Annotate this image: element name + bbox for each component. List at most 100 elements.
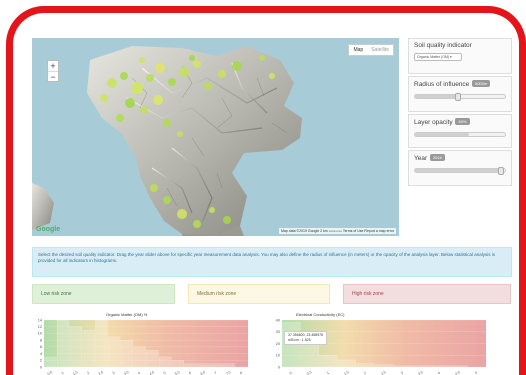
histogram-bar (374, 364, 394, 368)
om-chart-title: Organic Matter (OM) % (106, 312, 148, 317)
histogram-bar (171, 360, 184, 368)
opacity-panel: Layer opacity 60% (408, 114, 512, 148)
radius-title: Radius of influence 5000m (414, 80, 506, 88)
x-tick-label: 5.5 (174, 370, 180, 375)
x-tick-label: 1.5 (72, 370, 78, 375)
soil-quality-page: + − Map Satellite Google Map data ©2019 … (20, 18, 520, 375)
radius-panel: Radius of influence 5000m (408, 76, 512, 112)
zoom-out-button[interactable]: − (48, 71, 58, 82)
histogram-bar (133, 346, 146, 368)
map-type-satellite-button[interactable]: Satellite (367, 45, 393, 55)
x-tick-label: 2 (86, 371, 90, 375)
opacity-label: Layer opacity (414, 119, 453, 126)
x-tick-label: 1 (326, 371, 330, 375)
ec-histogram[interactable]: 0 10 20 30 40 0 0.5 1 1.5 2 2.5 3 3.5 4 4.5 5 (270, 318, 490, 375)
x-tick-label: 3 (112, 371, 116, 375)
histogram-bar (197, 363, 210, 368)
histogram-bar (146, 350, 159, 368)
y-tick-label: 8 (40, 338, 42, 342)
x-tick-label: 2.5 (380, 370, 386, 375)
x-tick-label: 5 (474, 371, 478, 375)
x-tick-label: 2.5 (98, 370, 104, 375)
ec-chart-tooltip: 37.356600, 23.458976 mS/cm : 1.525 (284, 331, 328, 345)
zoom-control: + − (47, 60, 59, 82)
terrain-layer (32, 46, 302, 236)
histogram-bar (449, 365, 468, 368)
radius-slider-handle[interactable] (455, 93, 462, 101)
high-risk-zone: High risk zone (343, 284, 511, 304)
x-tick-label: 6.5 (200, 370, 206, 375)
opacity-slider-fill (415, 133, 469, 136)
soil-indicator-title: Soil quality indicator (414, 42, 472, 49)
x-tick-label: 3.5 (123, 370, 129, 375)
soil-indicator-select[interactable]: Organic Matter (OM) ▾ (414, 53, 462, 61)
year-panel: Year 2016 (408, 150, 512, 186)
y-tick-label: 6 (40, 345, 42, 349)
x-tick-label: 5 (163, 371, 167, 375)
radius-slider[interactable] (414, 93, 506, 101)
histogram-bar (120, 339, 134, 368)
opacity-slider[interactable] (414, 132, 506, 137)
histogram-bar (44, 356, 57, 368)
y-tick-label: 20 (276, 342, 280, 346)
x-tick-label: 0.5 (306, 370, 312, 375)
histogram-bar (412, 365, 431, 368)
map-attribution[interactable]: Map data ©2019 Google 2 km ▭▭▭▭ Terms of… (278, 228, 396, 234)
radius-slider-fill (415, 95, 459, 98)
x-tick-label: 1 (61, 371, 65, 375)
low-risk-zone: Low risk zone (32, 284, 175, 304)
y-tick-label: 0 (40, 365, 42, 369)
y-tick-label: 4 (40, 352, 42, 356)
x-tick-label: 2 (363, 371, 367, 375)
soil-indicator-panel: Soil quality indicator Organic Matter (O… (408, 38, 512, 74)
histogram-bar (56, 319, 70, 368)
histogram-bar (319, 355, 338, 368)
y-tick-label: 0 (278, 365, 280, 369)
histogram-bar (95, 319, 108, 368)
year-title: Year 2016 (414, 154, 506, 162)
x-tick-label: 4.5 (149, 370, 155, 375)
x-tick-label: 3.5 (417, 370, 423, 375)
histogram-bar (222, 363, 235, 368)
x-tick-label: 4.5 (455, 370, 461, 375)
radius-label: Radius of influence (414, 81, 470, 88)
histogram-bar (209, 363, 223, 368)
histogram-bar (393, 365, 412, 368)
google-logo: Google (36, 226, 61, 233)
histogram-bar (69, 326, 83, 368)
medium-risk-zone: Medium risk zone (188, 284, 330, 304)
x-tick-label: 4 (137, 371, 141, 375)
y-tick-label: 10 (276, 354, 280, 358)
x-tick-label: 4 (437, 371, 441, 375)
year-label: Year (414, 155, 428, 162)
ec-chart-title: Electrical Conductivity (EC) (296, 312, 345, 317)
histogram-bar (159, 356, 172, 368)
zoom-in-button[interactable]: + (48, 61, 58, 71)
year-slider-handle[interactable] (497, 167, 504, 175)
y-tick-label: 14 (38, 318, 42, 322)
y-tick-label: 30 (276, 330, 280, 334)
x-tick-label: 3 (400, 371, 404, 375)
histogram-bar (430, 365, 449, 368)
x-tick-label: 0 (289, 371, 293, 375)
map-type-map-button[interactable]: Map (349, 45, 367, 55)
histogram-bar (356, 363, 375, 368)
y-tick-label: 40 (276, 318, 280, 322)
year-slider-fill (415, 169, 501, 172)
map-type-control: Map Satellite (348, 44, 394, 56)
histogram-bar (184, 363, 197, 368)
year-slider[interactable] (414, 167, 506, 175)
opacity-badge: 60% (455, 118, 470, 125)
x-tick-label: 6 (188, 371, 192, 375)
x-tick-label: 0.5 (47, 370, 53, 375)
map-view[interactable]: + − Map Satellite Google Map data ©2019 … (32, 38, 399, 236)
om-histogram[interactable]: 0 2 4 6 8 10 12 14 0.5 1 1.5 2 2.5 3 3.5 4 4.5 5 5.5 6 6.5 7 7… (32, 318, 252, 375)
x-tick-label: 7 (214, 371, 218, 375)
y-tick-label: 2 (40, 359, 42, 363)
histogram-bar (82, 329, 95, 368)
radius-badge: 5000m (472, 80, 491, 87)
histogram-bar (337, 359, 356, 368)
info-alert: Select the desired soil quality indicato… (32, 247, 512, 277)
year-badge: 2016 (429, 154, 445, 161)
x-tick-label: 8 (239, 371, 243, 375)
